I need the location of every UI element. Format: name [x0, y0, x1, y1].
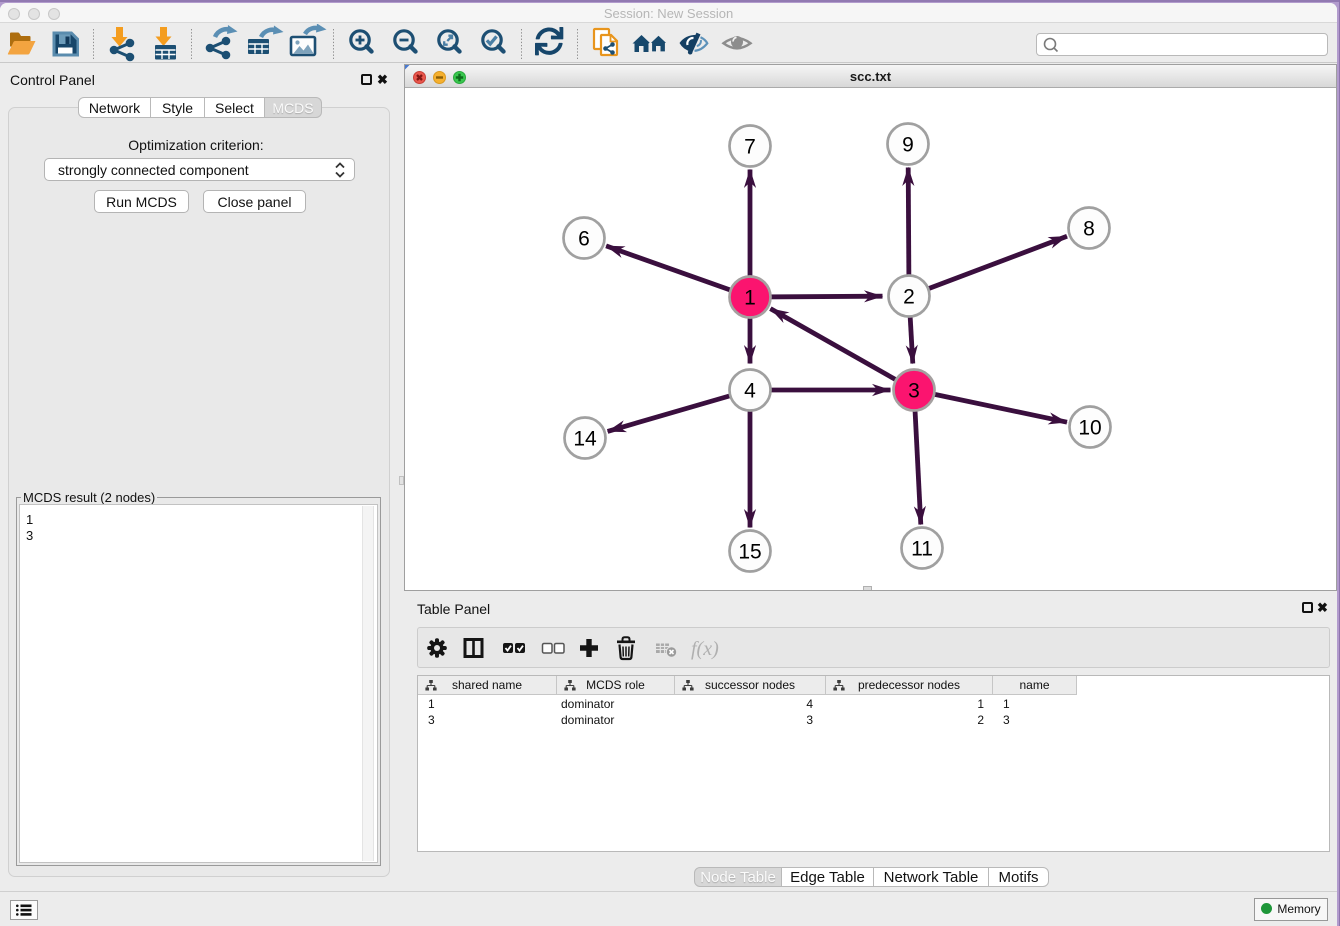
svg-text:1: 1: [744, 287, 756, 310]
svg-text:7: 7: [744, 136, 756, 159]
svg-text:10: 10: [1078, 417, 1101, 440]
svg-text:3: 3: [908, 380, 920, 403]
svg-text:15: 15: [738, 541, 761, 564]
svg-text:11: 11: [911, 538, 933, 561]
svg-text:4: 4: [744, 380, 756, 403]
svg-text:6: 6: [578, 228, 590, 251]
svg-text:2: 2: [903, 286, 915, 309]
svg-text:8: 8: [1083, 218, 1095, 241]
svg-text:f(x): f(x): [691, 638, 719, 660]
svg-text:9: 9: [902, 134, 914, 157]
svg-text:14: 14: [573, 428, 597, 451]
